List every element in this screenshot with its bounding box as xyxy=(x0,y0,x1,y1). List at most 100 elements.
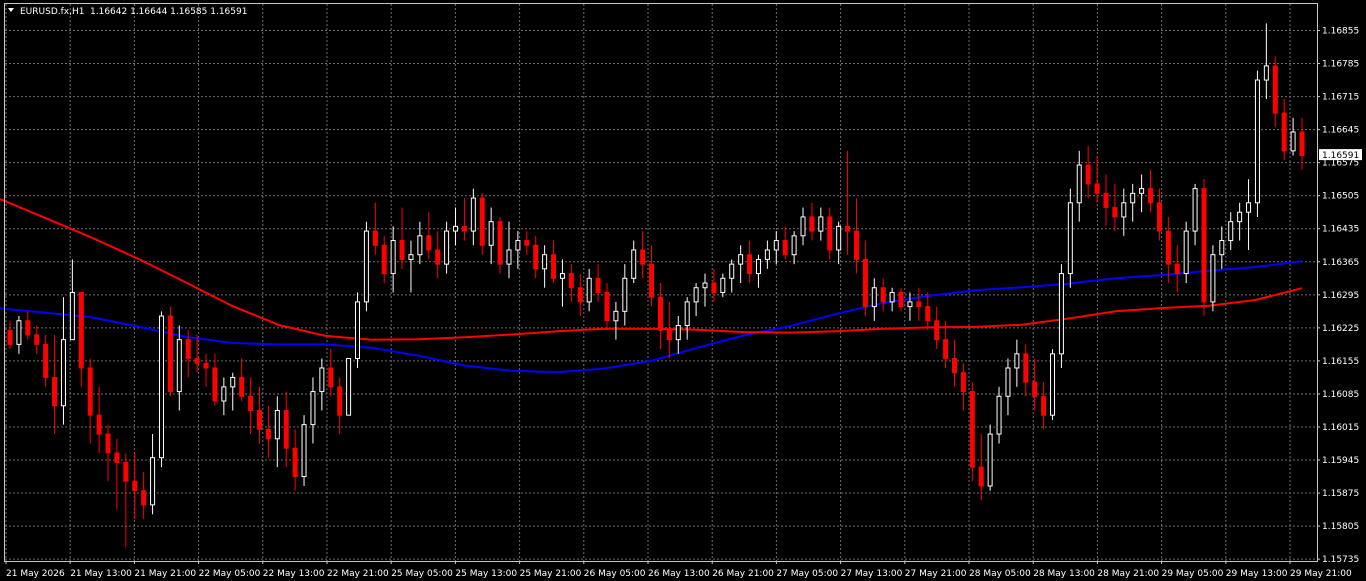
candle-body-bull xyxy=(1014,353,1020,369)
candle-body-bull xyxy=(1050,353,1056,416)
candle-body-bull xyxy=(675,325,681,341)
candle-body-bear xyxy=(649,263,655,298)
candle-body-bear xyxy=(239,376,245,397)
y-tick-label: 1.16435 xyxy=(1322,225,1359,235)
candle-body-bull xyxy=(470,197,476,232)
candle-body-bear xyxy=(898,291,904,308)
candle-body-bear xyxy=(604,291,610,322)
y-tick-label: 1.16225 xyxy=(1322,324,1359,334)
candle-body-bear xyxy=(1041,395,1047,416)
candle-body-bull xyxy=(755,258,761,275)
candle[interactable] xyxy=(301,415,307,486)
y-tick-label: 1.16715 xyxy=(1322,93,1359,103)
y-tick-label: 1.16295 xyxy=(1322,291,1359,301)
candle-body-bull xyxy=(221,386,227,402)
symbol-label: EURUSD.fx,H1 xyxy=(20,7,84,17)
candle[interactable] xyxy=(167,306,173,397)
candle-body-bull xyxy=(1076,164,1082,204)
candle-body-bull xyxy=(800,216,806,237)
x-tick-label: 29 May 21:00 xyxy=(1290,569,1352,579)
candle[interactable] xyxy=(987,424,993,491)
candle-body-bear xyxy=(43,343,49,378)
candle-body-bear xyxy=(943,339,949,360)
candle-body-bear xyxy=(1272,65,1278,114)
candle-body-bull xyxy=(631,249,637,279)
candle-body-bull xyxy=(1067,202,1073,275)
candle-body-bear xyxy=(292,447,298,478)
ohlc-readout: 1.16642 1.16644 1.16585 1.16591 xyxy=(90,7,247,17)
candle[interactable] xyxy=(363,221,369,312)
candle-body-bear xyxy=(925,306,931,322)
candle-body-bear xyxy=(595,277,601,293)
candle-body-bull xyxy=(390,240,396,275)
candle-body-bear xyxy=(105,433,111,454)
candle-body-bear xyxy=(337,386,343,416)
candle[interactable] xyxy=(1058,264,1064,368)
candle-body-bull xyxy=(1139,188,1145,194)
candle[interactable] xyxy=(1201,179,1207,317)
candle-body-bear xyxy=(1148,188,1154,204)
candle-body-bear xyxy=(960,372,966,393)
candle-body-bear xyxy=(577,287,583,303)
candle-body-bear xyxy=(497,221,503,265)
candle-body-bear xyxy=(185,339,191,360)
candle-body-bear xyxy=(845,225,851,232)
candle-body-bull xyxy=(693,287,699,303)
candle-body-bull xyxy=(69,291,75,341)
candle-body-bull xyxy=(1219,240,1225,256)
candle-body-bull xyxy=(1210,254,1216,303)
candle-body-bull xyxy=(408,254,414,260)
current-price-label: 1.16591 xyxy=(1322,151,1359,161)
candle[interactable] xyxy=(346,358,352,416)
x-tick-label: 22 May 05:00 xyxy=(199,569,261,579)
y-tick-label: 1.16785 xyxy=(1322,60,1359,70)
candle-body-bear xyxy=(782,240,788,256)
candle-body-bull xyxy=(559,273,565,279)
candle-body-bear xyxy=(78,291,84,369)
candle-body-bull xyxy=(764,249,770,260)
candle[interactable] xyxy=(1050,349,1056,420)
candle-body-bull xyxy=(871,287,877,308)
candle-body-bear xyxy=(34,334,40,345)
candle-body-bull xyxy=(158,315,164,459)
candle[interactable] xyxy=(969,382,975,482)
candle[interactable] xyxy=(158,311,164,468)
y-tick-label: 1.16855 xyxy=(1322,27,1359,37)
candle-body-bull xyxy=(16,320,22,345)
x-tick-label: 21 May 2026 xyxy=(6,569,65,579)
chart-canvas[interactable]: 1.168551.167851.167151.166451.165751.165… xyxy=(0,0,1366,581)
candle-body-bull xyxy=(1058,273,1064,355)
y-tick-label: 1.16645 xyxy=(1322,126,1359,136)
candle[interactable] xyxy=(355,292,361,368)
candle-body-bear xyxy=(25,320,31,336)
candle-body-bull xyxy=(417,235,423,256)
candle-body-bull xyxy=(150,457,156,506)
candle-body-bear xyxy=(951,358,957,374)
candle-body-bear xyxy=(934,320,940,341)
candle-body-bear xyxy=(1023,353,1029,383)
candle-body-bull xyxy=(729,263,735,279)
candle-body-bull xyxy=(622,277,628,312)
candle-body-bear xyxy=(1112,207,1118,218)
candle[interactable] xyxy=(1210,245,1216,312)
candle-body-bull xyxy=(738,254,744,265)
candle[interactable] xyxy=(1067,188,1073,288)
candle-body-bear xyxy=(640,249,646,265)
candle-body-bear xyxy=(809,216,815,232)
candle-body-bull xyxy=(355,301,361,360)
candle-body-bear xyxy=(1094,183,1100,194)
candle-body-bull xyxy=(453,225,459,232)
candle[interactable] xyxy=(1183,221,1189,284)
candle-body-bear xyxy=(533,244,539,270)
y-tick-label: 1.15735 xyxy=(1322,555,1359,565)
candle-body-bull xyxy=(987,433,993,487)
x-tick-label: 22 May 13:00 xyxy=(263,569,325,579)
candle[interactable] xyxy=(479,193,485,255)
candle-body-bull xyxy=(1237,211,1243,223)
candle-body-bear xyxy=(1156,202,1162,232)
candle-body-bear xyxy=(666,329,672,341)
x-tick-label: 21 May 21:00 xyxy=(134,569,196,579)
candle-body-bull xyxy=(515,240,521,251)
candle-body-bear xyxy=(1299,131,1305,157)
candle[interactable] xyxy=(1254,70,1260,217)
